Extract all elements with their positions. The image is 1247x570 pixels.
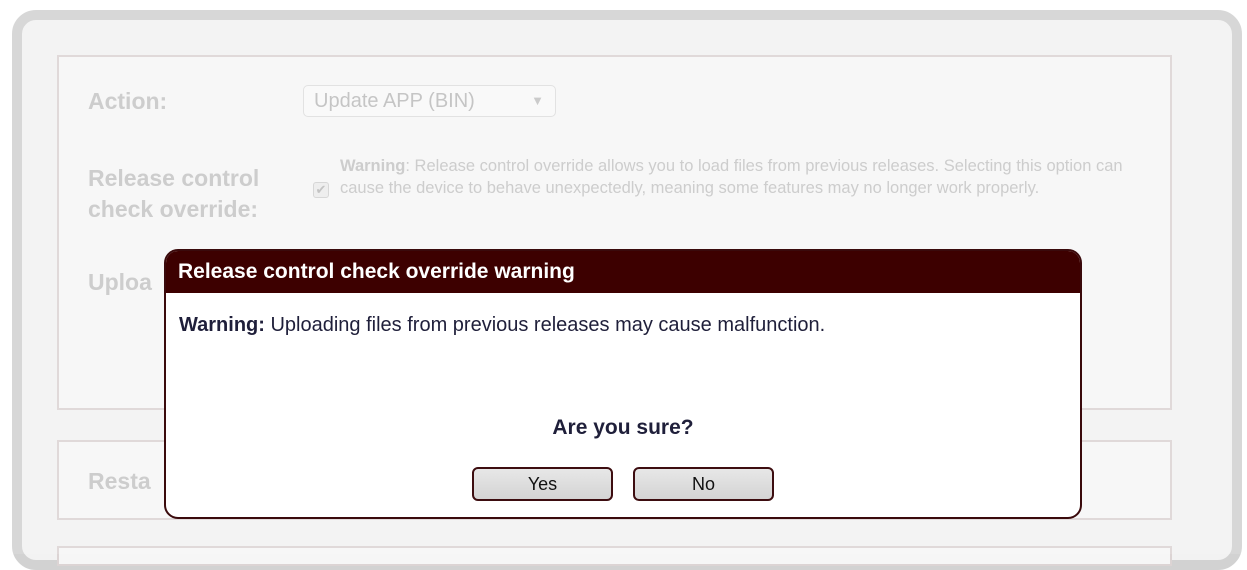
release-override-warning-dialog: Release control check override warning W… [164,249,1082,519]
dialog-question: Are you sure? [552,416,694,439]
yes-button[interactable]: Yes [472,467,613,501]
no-button[interactable]: No [633,467,774,501]
dialog-title: Release control check override warning [166,251,1080,293]
dialog-message: Warning: Uploading files from previous r… [179,312,825,338]
dialog-message-body: Uploading files from previous releases m… [264,314,826,336]
dialog-message-bold: Warning: [179,314,265,336]
